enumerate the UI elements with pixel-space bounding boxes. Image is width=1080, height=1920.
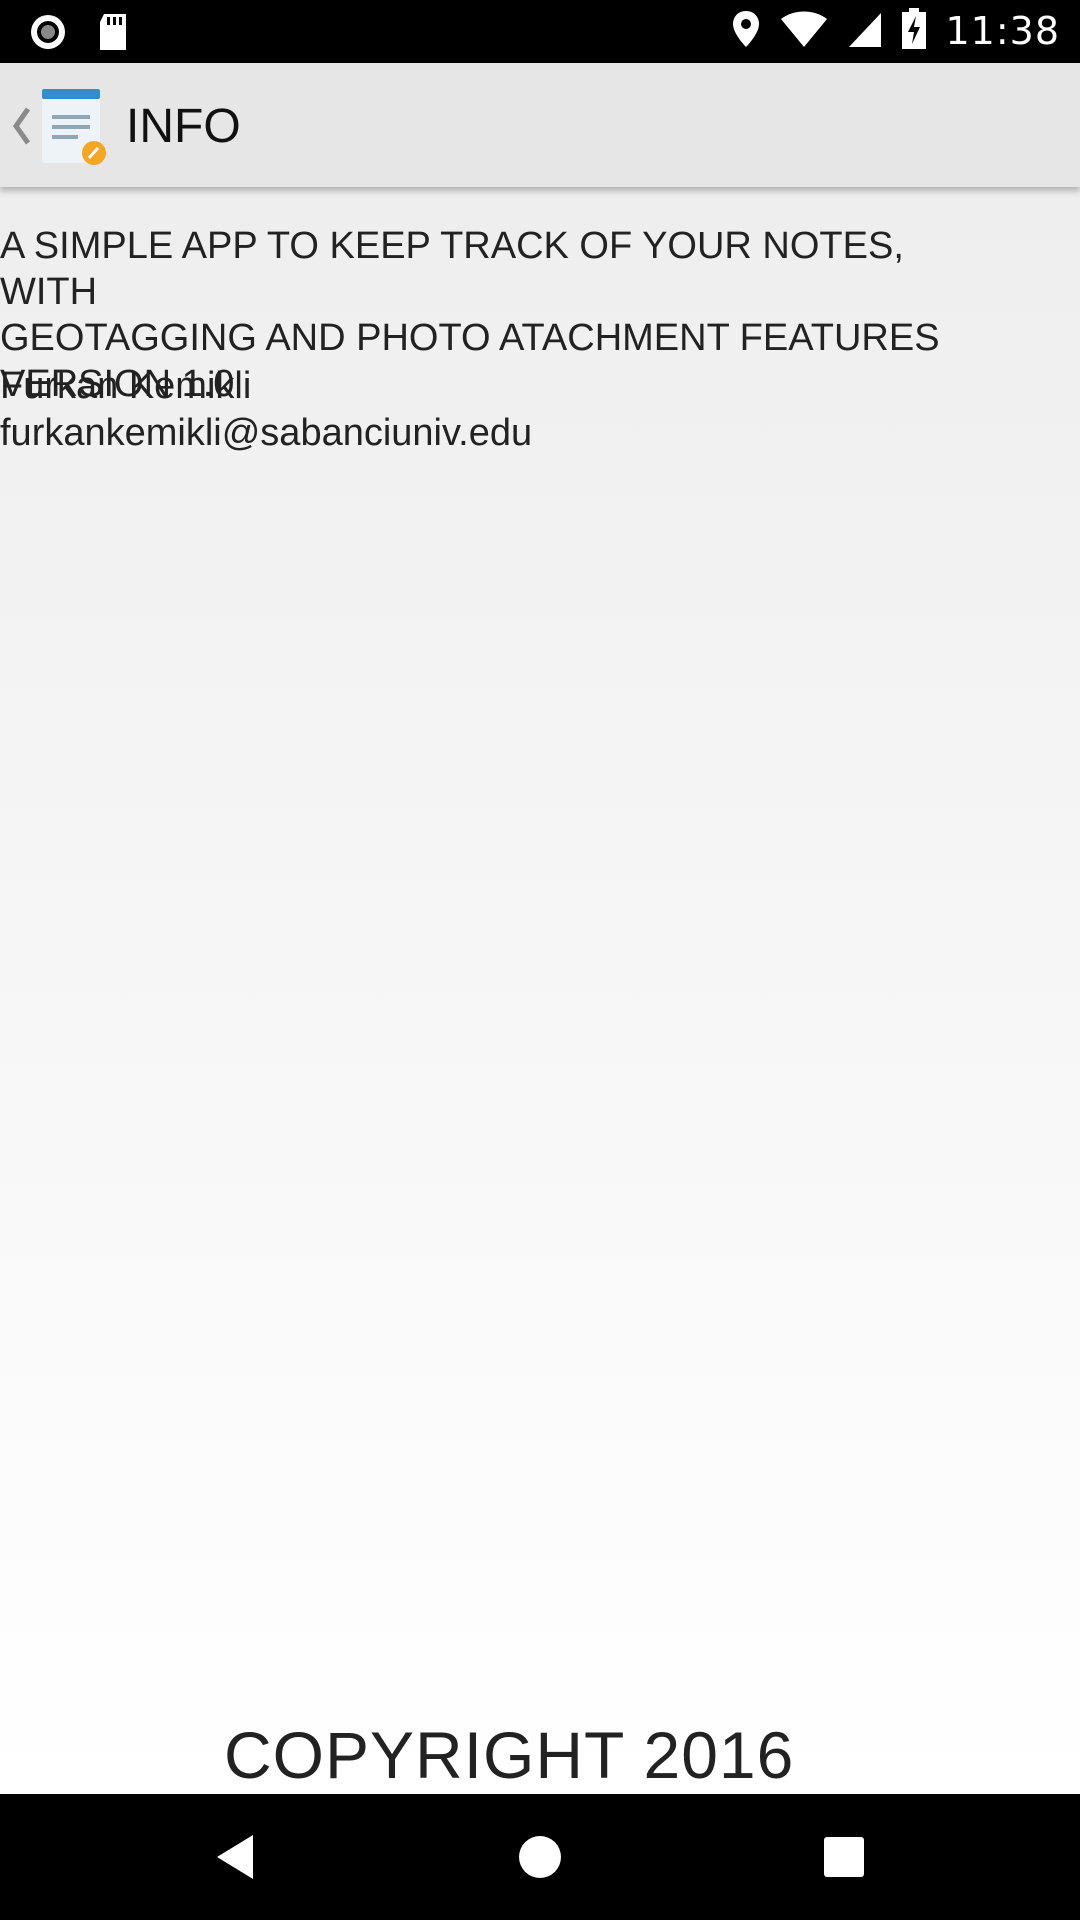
record-icon — [28, 12, 68, 56]
sd-card-icon — [96, 12, 130, 56]
wifi-icon — [779, 9, 829, 53]
home-icon[interactable] — [470, 1794, 610, 1920]
location-icon — [731, 9, 761, 53]
page-title: INFO — [126, 100, 241, 153]
battery-charging-icon — [901, 8, 927, 54]
notes-app-icon[interactable] — [38, 85, 110, 167]
navigation-bar — [0, 1794, 1080, 1920]
back-chevron-icon[interactable] — [8, 101, 38, 151]
author-name: Furkan Kemikli — [0, 365, 252, 407]
status-bar: 11:38 — [0, 0, 1080, 63]
info-content: A SIMPLE APP TO KEEP TRACK OF YOUR NOTES… — [0, 187, 1080, 1794]
back-icon[interactable] — [165, 1794, 305, 1920]
signal-icon — [847, 9, 883, 53]
copyright-text: COPYRIGHT 2016 — [224, 1718, 795, 1792]
author-email: furkankemikli@sabanciuniv.edu — [0, 412, 533, 454]
action-bar: INFO — [0, 63, 1080, 187]
status-time: 11:38 — [945, 9, 1060, 53]
recents-icon[interactable] — [774, 1794, 914, 1920]
